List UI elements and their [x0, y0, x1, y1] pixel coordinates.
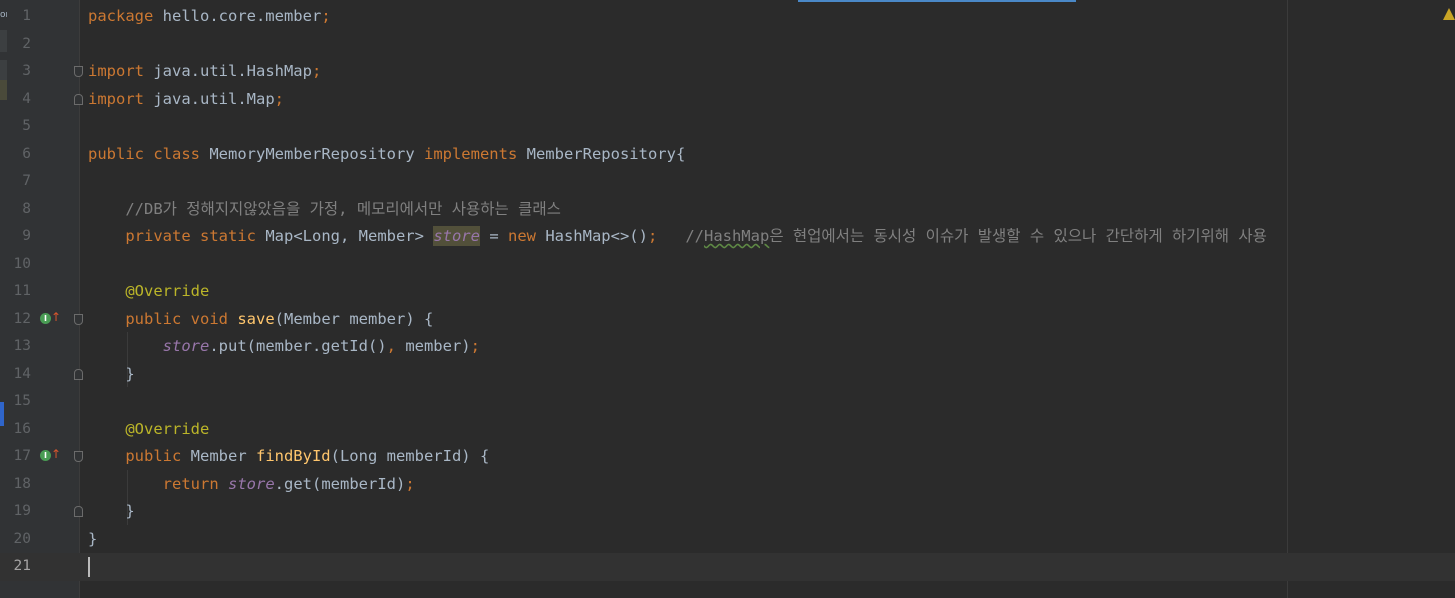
code-line[interactable]: 20 }: [0, 526, 1455, 554]
implementing-method-icon[interactable]: I ↑: [40, 447, 61, 464]
code-text[interactable]: }: [88, 526, 97, 554]
line-number: 20: [13, 530, 31, 547]
code-text[interactable]: @Override: [88, 278, 209, 306]
code-text[interactable]: return store.get(memberId);: [88, 471, 415, 499]
code-text[interactable]: private static Map<Long, Member> store =…: [88, 223, 1267, 251]
code-line-current[interactable]: 21: [0, 553, 1455, 581]
line-number: 1: [22, 8, 31, 24]
code-line[interactable]: 7: [0, 168, 1455, 196]
line-number: 15: [13, 393, 31, 409]
code-line[interactable]: 6 public class MemoryMemberRepository im…: [0, 141, 1455, 169]
code-text[interactable]: public void save(Member member) {: [88, 306, 433, 334]
fold-marker-icon[interactable]: [74, 368, 83, 380]
code-line[interactable]: 10: [0, 251, 1455, 279]
code-text[interactable]: }: [88, 361, 134, 389]
line-number: 21: [13, 558, 31, 574]
code-line[interactable]: 12 I ↑ public void save(Member member) {: [0, 306, 1455, 334]
code-line[interactable]: 11 @Override: [0, 278, 1455, 306]
code-line[interactable]: 2: [0, 31, 1455, 59]
line-number: 17: [13, 448, 31, 464]
code-text[interactable]: //DB가 정해지지않았음을 가정, 메모리에서만 사용하는 클래스: [88, 196, 561, 224]
code-line[interactable]: 15: [0, 388, 1455, 416]
text-caret: [88, 556, 90, 577]
code-line[interactable]: 17 I ↑ public Member findById(Long member…: [0, 443, 1455, 471]
code-line[interactable]: 14 }: [0, 361, 1455, 389]
code-line[interactable]: 5: [0, 113, 1455, 141]
line-number: 6: [22, 145, 31, 162]
line-number: 9: [22, 228, 31, 244]
code-editor[interactable]: or 1 package hello.core.member; 2 3 impo…: [0, 0, 1455, 598]
line-number: 8: [22, 200, 31, 217]
line-number: 16: [13, 420, 31, 437]
line-number: 7: [22, 173, 31, 189]
fold-marker-icon[interactable]: [74, 451, 83, 462]
line-number: 4: [22, 90, 31, 107]
code-text[interactable]: public Member findById(Long memberId) {: [88, 443, 489, 471]
code-line[interactable]: 13 store.put(member.getId(), member);: [0, 333, 1455, 361]
code-line[interactable]: 3 import java.util.HashMap;: [0, 58, 1455, 86]
code-text[interactable]: public class MemoryMemberRepository impl…: [88, 141, 685, 169]
line-number: 10: [13, 255, 31, 272]
line-number: 2: [22, 35, 31, 52]
code-line[interactable]: 9 private static Map<Long, Member> store…: [0, 223, 1455, 251]
code-text[interactable]: store.put(member.getId(), member);: [88, 333, 480, 361]
code-line[interactable]: 1 package hello.core.member;: [0, 3, 1455, 31]
line-number: 14: [13, 365, 31, 382]
code-line[interactable]: 19 }: [0, 498, 1455, 526]
code-line[interactable]: 18 return store.get(memberId);: [0, 471, 1455, 499]
line-number: 18: [13, 475, 31, 492]
fold-marker-icon[interactable]: [74, 66, 83, 77]
tab-indicator: [798, 0, 1076, 2]
code-text[interactable]: import java.util.HashMap;: [88, 58, 321, 86]
line-number: 12: [13, 310, 31, 327]
code-text[interactable]: }: [88, 498, 134, 526]
line-number: 11: [13, 283, 31, 299]
line-number: 19: [13, 503, 31, 519]
code-text[interactable]: import java.util.Map;: [88, 86, 284, 114]
code-text[interactable]: package hello.core.member;: [88, 3, 331, 31]
store-field-highlight: store: [433, 226, 480, 246]
fold-marker-icon[interactable]: [74, 313, 83, 325]
line-number: 13: [13, 338, 31, 354]
code-text[interactable]: @Override: [88, 416, 209, 444]
code-text[interactable]: [88, 553, 90, 581]
line-number: 5: [22, 118, 31, 134]
line-number: 3: [22, 63, 31, 79]
code-line[interactable]: 8 //DB가 정해지지않았음을 가정, 메모리에서만 사용하는 클래스: [0, 196, 1455, 224]
code-line[interactable]: 16 @Override: [0, 416, 1455, 444]
fold-marker-icon[interactable]: [74, 506, 83, 517]
implementing-method-icon[interactable]: I ↑: [40, 310, 61, 327]
fold-marker-icon[interactable]: [74, 93, 83, 105]
code-line[interactable]: 4 import java.util.Map;: [0, 86, 1455, 114]
